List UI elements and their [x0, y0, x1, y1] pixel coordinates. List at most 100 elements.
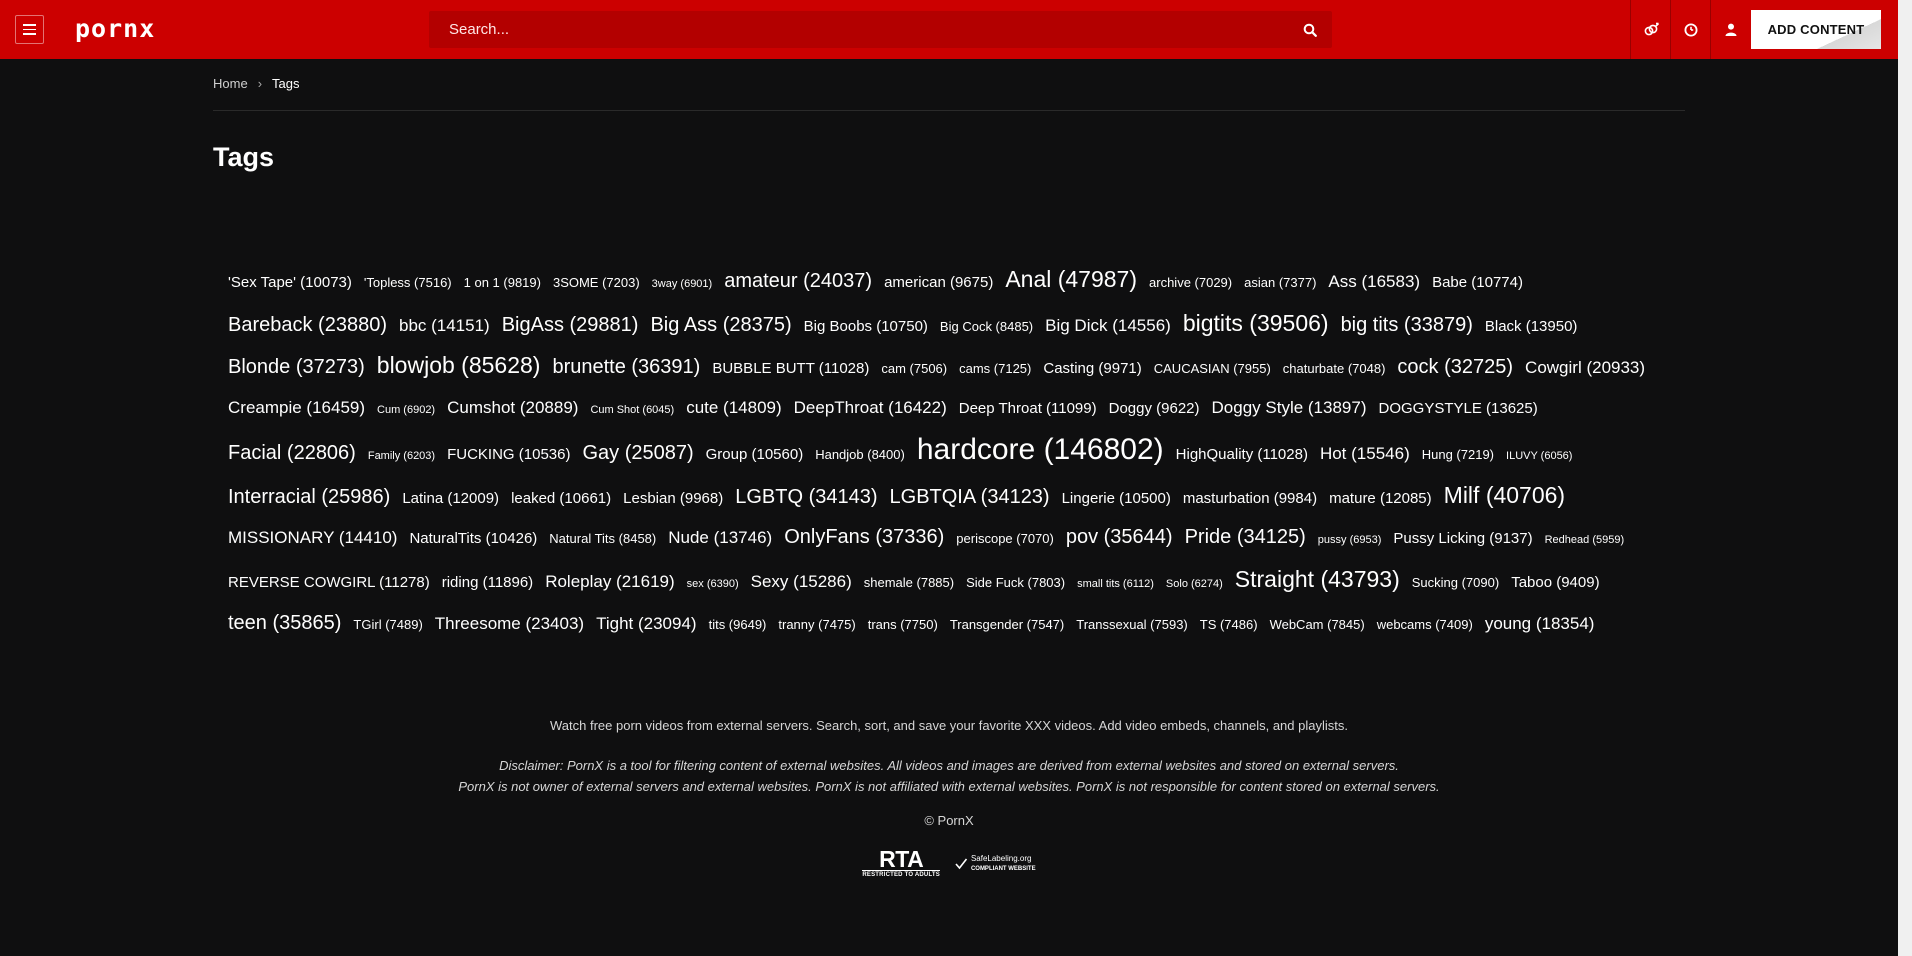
tag-link[interactable]: Cowgirl (20933): [1525, 348, 1645, 387]
tag-link[interactable]: Cumshot (20889): [447, 388, 578, 427]
tag-link[interactable]: Big Cock (8485): [940, 307, 1033, 346]
tag-link[interactable]: Big Boobs (10750): [804, 307, 928, 346]
tag-link[interactable]: Transgender (7547): [950, 605, 1064, 644]
tag-link[interactable]: WebCam (7845): [1270, 605, 1365, 644]
tag-link[interactable]: Sexy (15286): [751, 562, 852, 601]
tag-link[interactable]: DOGGYSTYLE (13625): [1379, 389, 1538, 428]
tag-link[interactable]: Hung (7219): [1422, 435, 1494, 474]
tag-link[interactable]: Latina (12009): [402, 479, 499, 518]
search-icon[interactable]: [1288, 11, 1332, 48]
tag-link[interactable]: cams (7125): [959, 349, 1031, 388]
tag-link[interactable]: Family (6203): [368, 437, 435, 476]
tag-link[interactable]: TS (7486): [1200, 605, 1258, 644]
tag-link[interactable]: TGirl (7489): [353, 605, 422, 644]
tag-link[interactable]: Pussy Licking (9137): [1393, 519, 1532, 558]
tag-link[interactable]: Big Dick (14556): [1045, 306, 1171, 345]
tag-link[interactable]: cock (32725): [1397, 348, 1513, 387]
scrollbar[interactable]: [1898, 0, 1912, 956]
tag-link[interactable]: tits (9649): [709, 605, 767, 644]
tag-link[interactable]: young (18354): [1485, 604, 1595, 643]
tag-link[interactable]: Cum (6902): [377, 391, 435, 430]
tag-link[interactable]: HighQuality (11028): [1176, 435, 1308, 474]
tag-link[interactable]: 3way (6901): [652, 265, 713, 304]
tag-link[interactable]: Doggy Style (13897): [1212, 388, 1367, 427]
tag-link[interactable]: leaked (10661): [511, 479, 611, 518]
tag-link[interactable]: trans (7750): [868, 605, 938, 644]
tag-link[interactable]: cute (14809): [686, 388, 781, 427]
tag-link[interactable]: Deep Throat (11099): [959, 389, 1097, 428]
tag-link[interactable]: 'Topless (7516): [364, 263, 452, 302]
add-content-button[interactable]: ADD CONTENT: [1751, 10, 1881, 49]
tag-link[interactable]: Transsexual (7593): [1076, 605, 1188, 644]
tag-link[interactable]: chaturbate (7048): [1283, 349, 1386, 388]
tag-link[interactable]: Nude (13746): [668, 518, 772, 557]
tag-link[interactable]: Side Fuck (7803): [966, 563, 1065, 602]
tag-link[interactable]: bbc (14151): [399, 306, 490, 345]
tag-link[interactable]: 1 on 1 (9819): [464, 263, 541, 302]
tag-link[interactable]: Casting (9971): [1043, 349, 1141, 388]
tag-link[interactable]: Creampie (16459): [228, 388, 365, 427]
tag-link[interactable]: Threesome (23403): [435, 604, 584, 643]
tag-link[interactable]: BigAss (29881): [502, 306, 639, 345]
tag-link[interactable]: pov (35644): [1066, 518, 1173, 557]
safelabeling-badge[interactable]: SafeLabeling.org COMPLIANT WEBSITE: [954, 854, 1036, 874]
tag-link[interactable]: Tight (23094): [596, 604, 696, 643]
tag-link[interactable]: brunette (36391): [552, 348, 700, 387]
tag-link[interactable]: Roleplay (21619): [545, 562, 674, 601]
tag-link[interactable]: bigtits (39506): [1183, 304, 1329, 343]
breadcrumb-home-link[interactable]: Home: [213, 76, 248, 91]
tag-link[interactable]: blowjob (85628): [377, 346, 541, 385]
tag-link[interactable]: Taboo (9409): [1511, 563, 1599, 602]
tag-link[interactable]: Blonde (37273): [228, 348, 365, 387]
tag-link[interactable]: small tits (6112): [1077, 565, 1154, 604]
gender-filter-icon[interactable]: [1630, 0, 1670, 59]
tag-link[interactable]: Straight (43793): [1235, 560, 1400, 599]
tag-link[interactable]: asian (7377): [1244, 263, 1316, 302]
history-clock-icon[interactable]: [1670, 0, 1710, 59]
tag-link[interactable]: Cum Shot (6045): [590, 391, 674, 430]
tag-link[interactable]: Natural Tits (8458): [549, 519, 656, 558]
tag-link[interactable]: Gay (25087): [582, 434, 693, 473]
tag-link[interactable]: NaturalTits (10426): [409, 519, 537, 558]
tag-link[interactable]: Group (10560): [706, 435, 804, 474]
tag-link[interactable]: mature (12085): [1329, 479, 1432, 518]
tag-link[interactable]: LGBTQ (34143): [735, 478, 877, 517]
tag-link[interactable]: MISSIONARY (14410): [228, 518, 397, 557]
tag-link[interactable]: riding (11896): [442, 563, 533, 602]
tag-link[interactable]: Big Ass (28375): [650, 306, 791, 345]
tag-link[interactable]: Doggy (9622): [1109, 389, 1200, 428]
tag-link[interactable]: webcams (7409): [1377, 605, 1473, 644]
tag-link[interactable]: amateur (24037): [724, 262, 872, 301]
tag-link[interactable]: Bareback (23880): [228, 306, 387, 345]
tag-link[interactable]: hardcore (146802): [917, 430, 1164, 469]
tag-link[interactable]: Solo (6274): [1166, 565, 1223, 604]
tag-link[interactable]: Anal (47987): [1005, 260, 1137, 299]
tag-link[interactable]: Handjob (8400): [815, 435, 905, 474]
tag-link[interactable]: 'Sex Tape' (10073): [228, 263, 352, 302]
tag-link[interactable]: sex (6390): [687, 565, 739, 604]
site-logo[interactable]: pornx: [75, 15, 155, 43]
tag-link[interactable]: BUBBLE BUTT (11028): [712, 349, 869, 388]
tag-link[interactable]: archive (7029): [1149, 263, 1232, 302]
user-icon[interactable]: [1710, 0, 1750, 59]
tag-link[interactable]: american (9675): [884, 263, 993, 302]
tag-link[interactable]: LGBTQIA (34123): [890, 478, 1050, 517]
tag-link[interactable]: cam (7506): [881, 349, 947, 388]
tag-link[interactable]: Lingerie (10500): [1062, 479, 1171, 518]
tag-link[interactable]: Black (13950): [1485, 307, 1578, 346]
tag-link[interactable]: CAUCASIAN (7955): [1154, 349, 1271, 388]
search-input[interactable]: [429, 11, 1288, 48]
tag-link[interactable]: FUCKING (10536): [447, 435, 570, 474]
tag-link[interactable]: Interracial (25986): [228, 478, 390, 517]
tag-link[interactable]: Pride (34125): [1185, 518, 1306, 557]
tag-link[interactable]: Facial (22806): [228, 434, 356, 473]
tag-link[interactable]: REVERSE COWGIRL (11278): [228, 563, 430, 602]
tag-link[interactable]: Ass (16583): [1328, 262, 1420, 301]
rta-badge[interactable]: RTA RESTRICTED TO ADULTS: [862, 848, 940, 879]
tag-link[interactable]: tranny (7475): [778, 605, 855, 644]
tag-link[interactable]: 3SOME (7203): [553, 263, 640, 302]
tag-link[interactable]: DeepThroat (16422): [794, 388, 947, 427]
tag-link[interactable]: Hot (15546): [1320, 434, 1410, 473]
tag-link[interactable]: periscope (7070): [956, 519, 1054, 558]
tag-link[interactable]: shemale (7885): [864, 563, 954, 602]
